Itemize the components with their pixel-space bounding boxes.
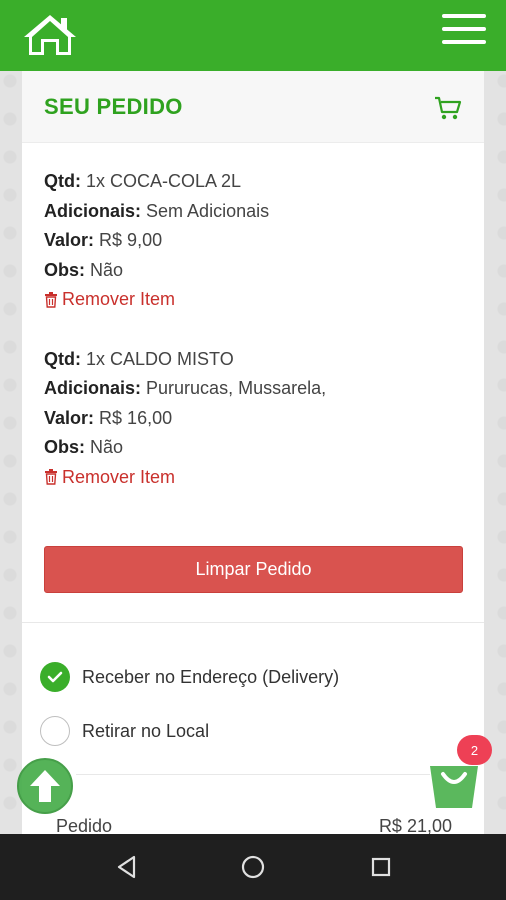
system-nav-bar: [0, 834, 506, 900]
remove-item-link[interactable]: Remover Item: [44, 463, 464, 493]
order-item: Qtd: 1x COCA-COLA 2L Adicionais: Sem Adi…: [44, 167, 464, 315]
delivery-option-label: Retirar no Local: [82, 720, 210, 741]
item-valor: Valor: R$ 16,00: [44, 407, 173, 428]
delivery-options: Receber no Endereço (Delivery) Retirar n…: [40, 650, 339, 758]
item-valor: Valor: R$ 9,00: [44, 230, 163, 250]
cart-count-badge: 2: [457, 735, 492, 765]
arrow-up-icon: [30, 770, 60, 802]
trash-icon: [45, 469, 57, 485]
trash-icon: [45, 291, 57, 308]
scroll-top-button[interactable]: [17, 758, 73, 814]
order-card-header: SEU PEDIDO: [22, 71, 484, 143]
recents-square-icon[interactable]: [368, 854, 394, 880]
back-triangle-icon[interactable]: [114, 854, 140, 880]
order-item: Qtd: 1x CALDO MISTO Adicionais: Pururuca…: [44, 345, 464, 493]
remove-item-link[interactable]: Remover Item: [44, 285, 464, 315]
order-total-row: Pedido R$ 21,00: [56, 816, 452, 834]
order-card: SEU PEDIDO Qtd: 1x COCA-COLA 2L Adiciona…: [22, 71, 484, 834]
item-qtd: Qtd: 1x COCA-COLA 2L: [44, 171, 242, 191]
radio-checked-icon[interactable]: [40, 662, 70, 692]
item-adicionais: Adicionais: Pururucas, Mussarela,: [44, 378, 327, 398]
clear-order-button[interactable]: Limpar Pedido: [44, 546, 463, 593]
delivery-option-label: Receber no Endereço (Delivery): [82, 666, 340, 687]
order-title: SEU PEDIDO: [44, 94, 183, 119]
item-obs: Obs: Não: [44, 259, 124, 280]
radio-unchecked-icon[interactable]: [40, 716, 70, 746]
item-qtd: Qtd: 1x CALDO MISTO: [44, 348, 234, 369]
order-items-list: Qtd: 1x COCA-COLA 2L Adicionais: Sem Adi…: [44, 167, 464, 522]
hamburger-menu-icon[interactable]: [442, 14, 486, 48]
cart-icon: [434, 95, 462, 121]
delivery-option-delivery[interactable]: Receber no Endereço (Delivery): [40, 650, 339, 704]
total-label: Pedido: [56, 816, 113, 834]
top-app-bar: [0, 0, 506, 71]
total-value: R$ 21,00: [378, 816, 452, 834]
delivery-option-pickup[interactable]: Retirar no Local: [40, 704, 339, 758]
item-obs: Obs: Não: [44, 437, 124, 457]
divider: [22, 622, 484, 623]
item-adicionais: Adicionais: Sem Adicionais: [44, 200, 270, 221]
home-circle-icon[interactable]: [240, 854, 266, 880]
divider: [76, 774, 430, 775]
home-icon[interactable]: [20, 12, 80, 58]
